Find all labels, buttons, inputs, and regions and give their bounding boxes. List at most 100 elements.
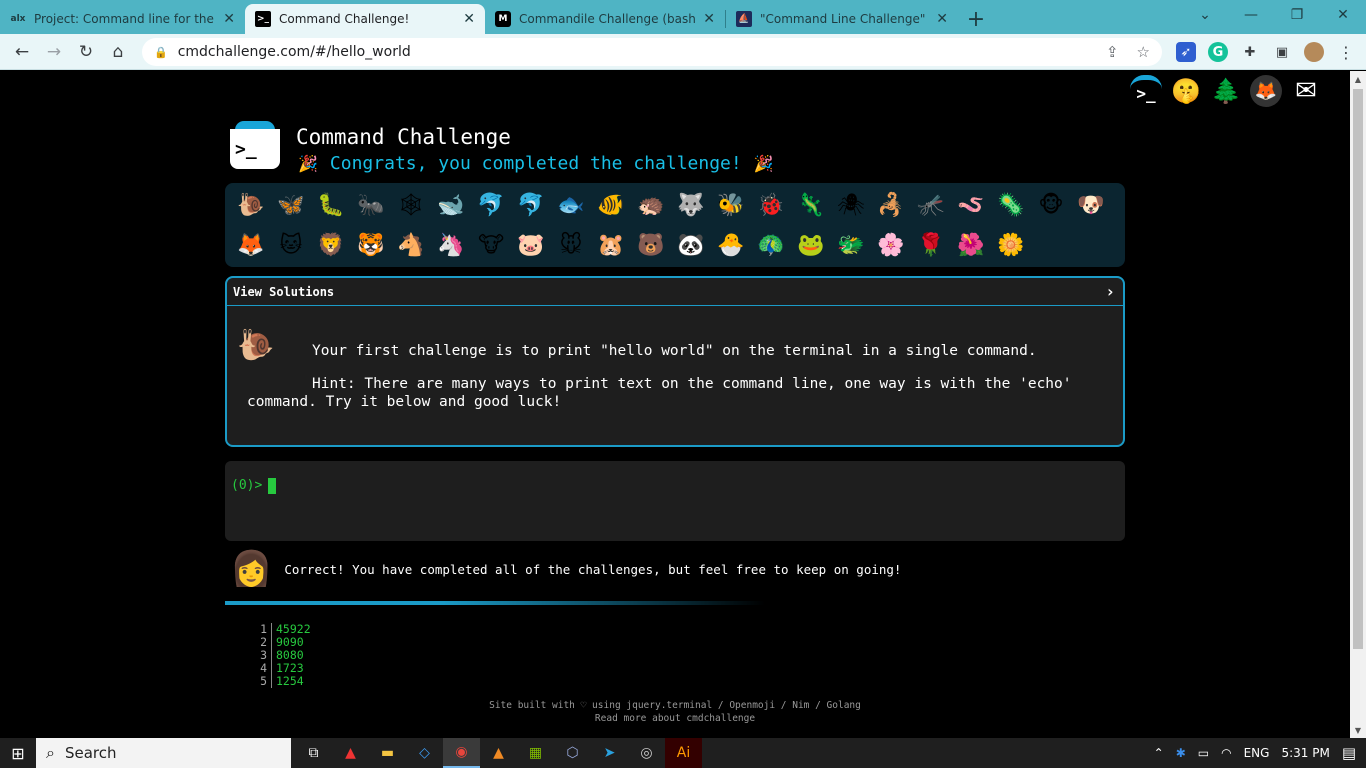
wifi-icon[interactable]: ◠: [1221, 746, 1231, 760]
challenge-emoji-icon[interactable]: 🦔: [631, 185, 671, 225]
close-icon[interactable]: ✕: [703, 11, 715, 27]
chevron-right-icon[interactable]: ›: [1105, 282, 1115, 301]
tab-search-chevron-icon[interactable]: ⌄: [1182, 0, 1228, 30]
tab-command-challenge[interactable]: >_ Command Challenge! ✕: [245, 4, 485, 34]
tab-commandile[interactable]: M Commandile Challenge (bash). Th ✕: [485, 4, 725, 34]
challenge-emoji-icon[interactable]: 🐺: [671, 185, 711, 225]
challenge-emoji-icon[interactable]: 🐛: [311, 185, 351, 225]
challenge-emoji-icon[interactable]: 🐬: [471, 185, 511, 225]
minimize-button[interactable]: —: [1228, 0, 1274, 30]
challenge-emoji-icon[interactable]: 🐲: [831, 225, 871, 265]
side-panel-icon[interactable]: ▣: [1272, 42, 1292, 62]
footer-read-more-link[interactable]: Read more about cmdchallenge: [0, 712, 1350, 725]
cmdchallenge-icon[interactable]: >_: [1130, 75, 1162, 107]
shushing-face-icon[interactable]: 🤫: [1170, 75, 1202, 107]
challenge-emoji-icon[interactable]: 🦂: [871, 185, 911, 225]
tab-project[interactable]: alx Project: Command line for the w ✕: [0, 4, 245, 34]
challenge-emoji-icon[interactable]: 🪱: [951, 185, 991, 225]
mail-icon[interactable]: ✉: [1290, 75, 1322, 107]
challenge-emoji-icon[interactable]: 🐸: [791, 225, 831, 265]
illustrator-icon[interactable]: Ai: [665, 738, 702, 768]
vlc-icon[interactable]: ▲: [480, 738, 517, 768]
challenge-emoji-icon[interactable]: 🐟: [551, 185, 591, 225]
challenge-emoji-icon[interactable]: 🐯: [351, 225, 391, 265]
store-icon[interactable]: ▦: [517, 738, 554, 768]
home-icon[interactable]: ⌂: [102, 36, 134, 68]
challenge-emoji-icon[interactable]: 🐮: [471, 225, 511, 265]
new-tab-button[interactable]: +: [958, 4, 994, 34]
forward-arrow-icon[interactable]: →: [38, 36, 70, 68]
close-icon[interactable]: ✕: [936, 11, 948, 27]
challenge-emoji-icon[interactable]: 🐠: [591, 185, 631, 225]
challenge-emoji-icon[interactable]: 🦚: [751, 225, 791, 265]
puzzle-extensions-icon[interactable]: ✚: [1240, 42, 1260, 62]
challenge-emoji-icon[interactable]: 🐷: [511, 225, 551, 265]
rocket-extension-icon[interactable]: ➶: [1176, 42, 1196, 62]
taskbar-search[interactable]: ⌕ Search: [36, 738, 291, 768]
scroll-down-arrow-icon[interactable]: ▼: [1350, 722, 1366, 738]
challenge-emoji-icon[interactable]: 🦊: [231, 225, 271, 265]
terminal-input-area[interactable]: (0)>: [225, 461, 1125, 541]
address-bar[interactable]: 🔒 cmdchallenge.com/#/hello_world ⇪ ☆: [142, 38, 1162, 66]
restore-button[interactable]: ❐: [1274, 0, 1320, 30]
battery-icon[interactable]: ▭: [1198, 746, 1209, 760]
close-icon[interactable]: ✕: [463, 11, 475, 27]
challenge-emoji-icon[interactable]: 🐴: [391, 225, 431, 265]
scrollbar-thumb[interactable]: [1353, 89, 1363, 649]
task-view-icon[interactable]: ⧉: [295, 738, 332, 768]
challenge-emoji-icon[interactable]: 🐝: [711, 185, 751, 225]
challenge-emoji-icon[interactable]: 🦋: [271, 185, 311, 225]
obs-icon[interactable]: ◎: [628, 738, 665, 768]
bluetooth-icon[interactable]: ✱: [1176, 746, 1186, 760]
challenge-emoji-icon[interactable]: 🦟: [911, 185, 951, 225]
challenge-emoji-icon[interactable]: 🐌: [231, 185, 271, 225]
challenge-emoji-icon[interactable]: 🐋: [431, 185, 471, 225]
view-solutions-toggle[interactable]: View Solutions ›: [227, 278, 1123, 306]
lock-icon[interactable]: 🔒: [154, 46, 168, 59]
tab-command-line-challenge[interactable]: ⛵ "Command Line Challenge" — Ja ✕: [726, 4, 958, 34]
challenge-emoji-icon[interactable]: 🐣: [711, 225, 751, 265]
chevron-up-icon[interactable]: ⌃: [1154, 746, 1164, 760]
challenge-emoji-icon[interactable]: 🐼: [671, 225, 711, 265]
challenge-emoji-icon[interactable]: 🐻: [631, 225, 671, 265]
virtualbox-icon[interactable]: ⬡: [554, 738, 591, 768]
page-scrollbar[interactable]: ▲ ▼: [1350, 71, 1366, 738]
language-indicator[interactable]: ENG: [1244, 746, 1270, 760]
challenge-emoji-icon[interactable]: 🐭: [551, 225, 591, 265]
acrobat-icon[interactable]: ▲: [332, 738, 369, 768]
close-icon[interactable]: ✕: [223, 11, 235, 27]
challenge-emoji-icon[interactable]: 🦎: [791, 185, 831, 225]
challenge-emoji-icon[interactable]: 🐵: [1031, 185, 1071, 225]
chrome-icon[interactable]: ◉: [443, 738, 480, 768]
challenge-emoji-icon[interactable]: 🦄: [431, 225, 471, 265]
menu-kebab-icon[interactable]: ⋮: [1336, 42, 1356, 62]
challenge-emoji-icon[interactable]: 🕷: [831, 185, 871, 225]
reload-icon[interactable]: ↻: [70, 36, 102, 68]
clock[interactable]: 5:31 PM: [1281, 746, 1329, 760]
challenge-emoji-icon[interactable]: 🐞: [751, 185, 791, 225]
challenge-emoji-icon[interactable]: 🌼: [991, 225, 1031, 265]
challenge-emoji-icon[interactable]: 🐜: [351, 185, 391, 225]
scroll-up-arrow-icon[interactable]: ▲: [1350, 71, 1366, 87]
vscode-icon[interactable]: ◇: [406, 738, 443, 768]
challenge-emoji-icon[interactable]: 🐱: [271, 225, 311, 265]
tree-icon[interactable]: 🌲: [1210, 75, 1242, 107]
challenge-emoji-icon[interactable]: 🌺: [951, 225, 991, 265]
close-window-button[interactable]: ✕: [1320, 0, 1366, 30]
profile-avatar[interactable]: [1304, 42, 1324, 62]
challenge-emoji-icon[interactable]: 🐶: [1071, 185, 1111, 225]
challenge-emoji-icon[interactable]: 🐬: [511, 185, 551, 225]
challenge-emoji-icon[interactable]: 🌸: [871, 225, 911, 265]
telegram-icon[interactable]: ➤: [591, 738, 628, 768]
challenge-emoji-icon[interactable]: 🌹: [911, 225, 951, 265]
notifications-icon[interactable]: ▤: [1342, 744, 1356, 762]
challenge-emoji-icon[interactable]: 🐹: [591, 225, 631, 265]
challenge-emoji-icon[interactable]: 🦁: [311, 225, 351, 265]
grammarly-extension-icon[interactable]: G: [1208, 42, 1228, 62]
challenge-emoji-icon[interactable]: 🦠: [991, 185, 1031, 225]
windows-start-icon[interactable]: ⊞: [0, 738, 36, 768]
file-explorer-icon[interactable]: ▬: [369, 738, 406, 768]
bookmark-star-icon[interactable]: ☆: [1137, 43, 1150, 61]
share-icon[interactable]: ⇪: [1106, 43, 1119, 61]
back-arrow-icon[interactable]: ←: [6, 36, 38, 68]
